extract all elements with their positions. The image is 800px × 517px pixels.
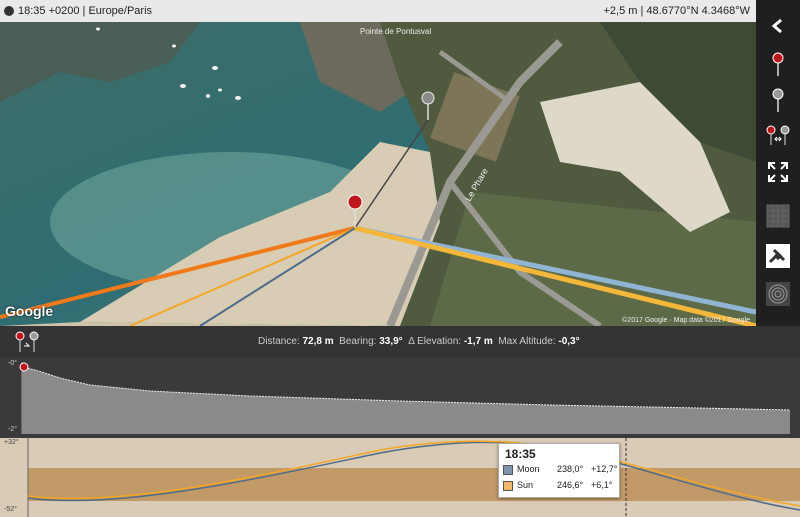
tooltip-time: 18:35 [505,447,536,461]
top-status-bar: 18:35 +0200 | Europe/Paris +2,5 m | 48.6… [0,0,756,23]
pin-pair-icon [766,125,790,145]
grey-pin-button[interactable] [756,82,800,118]
red-pin-icon [772,52,784,76]
sun-moon-altitude-chart[interactable]: +32° -52° [0,438,800,517]
grid-icon [766,204,790,228]
google-logo: Google [5,303,54,319]
elevation-profile-area [22,367,790,434]
moon-elevation: +12,7° [591,464,618,474]
collapse-button[interactable] [756,8,800,44]
position-readout: +2,5 m | 48.6770°N 4.3468°W [603,5,751,17]
fullscreen-button[interactable] [756,154,800,190]
sun-elevation: +6,1° [591,480,613,490]
time-zone-text: 18:35 +0200 | Europe/Paris [18,5,153,17]
moon-name: Moon [517,464,540,474]
satellite-view-button[interactable] [756,238,800,274]
tooltip-row-moon: Moon 238,0° +12,7° [503,464,618,476]
place-label: Pointe de Pontusval [360,27,431,36]
elevation-label: Δ Elevation: [408,336,462,347]
pin-pair-icon [15,331,39,352]
max-altitude-label: Max Altitude: [498,336,556,347]
chevron-left-icon [771,19,782,33]
terrain-icon [766,282,790,306]
grey-pin-icon [772,88,784,112]
sun-color-swatch [503,481,513,491]
moon-azimuth: 238,0° [557,464,584,474]
satellite-icon [766,244,790,268]
tooltip-row-sun: Sun 246,6° +6,1° [503,480,615,492]
elevation-profile-panel[interactable]: -0° -2° [0,358,800,438]
distance-label: Distance: [258,336,300,347]
pin-pair-button[interactable] [756,118,800,154]
clock-icon [4,6,14,16]
sun-azimuth: 246,6° [557,480,584,490]
sun-name: Sun [517,480,534,490]
bearing-value: 33,9° [379,336,403,347]
pin-pair-indicator[interactable] [14,330,44,357]
map-copyright: ©2017 Google · Map data ©2017 Google [622,317,750,324]
profile-start-pin [19,362,29,372]
right-toolbar [756,0,800,326]
expand-icon [768,162,788,182]
satellite-map[interactable]: Le Phare Pointe de Pontusval Google ©201… [0,22,756,326]
measurement-info-bar: Distance: 72,8 m Bearing: 33,9° Δ Elevat… [0,326,800,358]
bearing-label: Bearing: [339,336,377,347]
moon-color-swatch [503,465,513,475]
distance-value: 72,8 m [302,336,334,347]
elevation-value: -1,7 m [463,336,493,347]
terrain-view-button[interactable] [756,276,800,312]
max-altitude-value: -0,3° [558,336,580,347]
red-pin-button[interactable] [756,46,800,82]
time-tooltip: 18:35 Moon 238,0° +12,7° Sun 246,6° +6,1… [498,443,620,498]
map-style-grid-button[interactable] [756,198,800,234]
